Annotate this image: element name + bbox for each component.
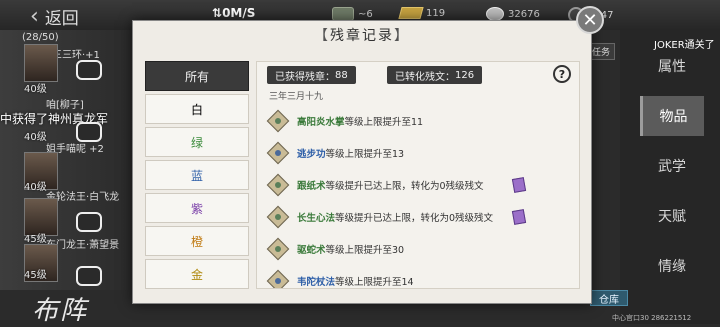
hero-level: 40级 [24,182,47,193]
side-tab-talent[interactable]: 天赋 [640,196,704,236]
back-button[interactable]: ‹ 返回 [30,4,79,29]
left-panel: (28/50) 三三环·+1 40级 咱[柳子] 中获得了神州真龙军 40级 姐… [0,30,140,290]
fragment-icon [266,269,290,288]
record-text: 韦陀杖法等级上限提升至14 [297,277,414,288]
record-text: 长生心法等级提升已达上限，转化为0残级残文 [297,213,494,224]
resource-2: 119 [398,7,445,19]
gold-bar-icon [398,7,424,19]
record-row: 跟纸术等级提升已达上限，转化为0残级残文 [257,171,579,199]
chat-name: 三三环·+1 [52,50,100,61]
close-button[interactable]: ✕ [576,6,604,34]
record-row: 驱蛇术等级上限提升至30 [257,235,579,263]
tab-green[interactable]: 绿 [145,127,249,157]
record-text: 高阳炎水掌等级上限提升至11 [297,117,424,128]
side-tab-martial[interactable]: 武学 [640,146,704,186]
quality-tabs: 所有 白 绿 蓝 紫 橙 金 [145,61,249,292]
fragment-icon [266,237,290,261]
hero-level: 40级 [24,84,47,95]
record-row: 逃步功等级上限提升至13 [257,139,579,167]
record-text: 跟纸术等级提升已达上限，转化为0残级残文 [297,181,484,192]
record-date: 三年三月十九 [269,92,324,102]
cart-icon [332,7,354,21]
tab-blue[interactable]: 蓝 [145,160,249,190]
chat-bubble-icon[interactable] [76,122,102,142]
record-row: 长生心法等级提升已达上限，转化为0残级残文 [257,203,579,231]
fragment-icon [266,109,290,133]
tab-white[interactable]: 白 [145,94,249,124]
team-count: (28/50) [22,32,59,43]
converted-fragments: 已转化残文： 126 [387,66,483,84]
help-icon[interactable]: ? [553,65,571,83]
warehouse-button[interactable]: 仓库 [590,290,628,306]
back-label: 返回 [44,9,79,29]
server-info: 中心官口30 286221512 [612,314,692,322]
resource-1: ~6 [332,7,373,21]
hero-level: 45级 [24,270,47,281]
purple-scroll-icon [511,209,527,225]
chevron-left-icon: ‹ [30,3,39,29]
chat-bubble-icon[interactable] [76,60,102,80]
record-text: 逃步功等级上限提升至13 [297,149,405,160]
silver-icon [486,7,504,21]
fragment-icon [266,205,290,229]
fragment-icon [266,173,290,197]
record-text: 驱蛇术等级上限提升至30 [297,245,405,256]
network-speed: ⇅0M/S [212,6,256,20]
dialog-title: 【残章记录】 [314,28,410,44]
chat-name: 咱[柳子] [46,100,84,111]
hero-portrait[interactable] [24,44,58,82]
record-row: 韦陀杖法等级上限提升至14 [257,267,579,288]
chat-bubble-icon[interactable] [76,266,102,286]
resource-3: 32676 [486,7,540,21]
side-tab-affinity[interactable]: 情缘 [640,246,704,286]
tab-all[interactable]: 所有 [145,61,249,91]
hero-level: 40级 [24,132,47,143]
formation-button[interactable]: 布阵 [32,290,88,327]
chat-bubble-icon[interactable] [76,212,102,232]
tab-orange[interactable]: 橙 [145,226,249,256]
tab-purple[interactable]: 紫 [145,193,249,223]
side-tab-items[interactable]: 物品 [640,96,704,136]
hero-level: 45级 [24,234,47,245]
close-icon: ✕ [582,9,598,31]
purple-scroll-icon [511,177,527,193]
fragment-icon [266,141,290,165]
side-tab-attributes[interactable]: 属性 [640,46,704,86]
record-row: 高阳炎水掌等级上限提升至11 [257,107,579,135]
record-list-panel: 已获得残章： 88 已转化残文： 126 ? 三年三月十九 高阳炎水掌等级上限提升至… [256,61,580,289]
tab-gold[interactable]: 金 [145,259,249,289]
obtained-fragments: 已获得残章： 88 [267,66,356,84]
